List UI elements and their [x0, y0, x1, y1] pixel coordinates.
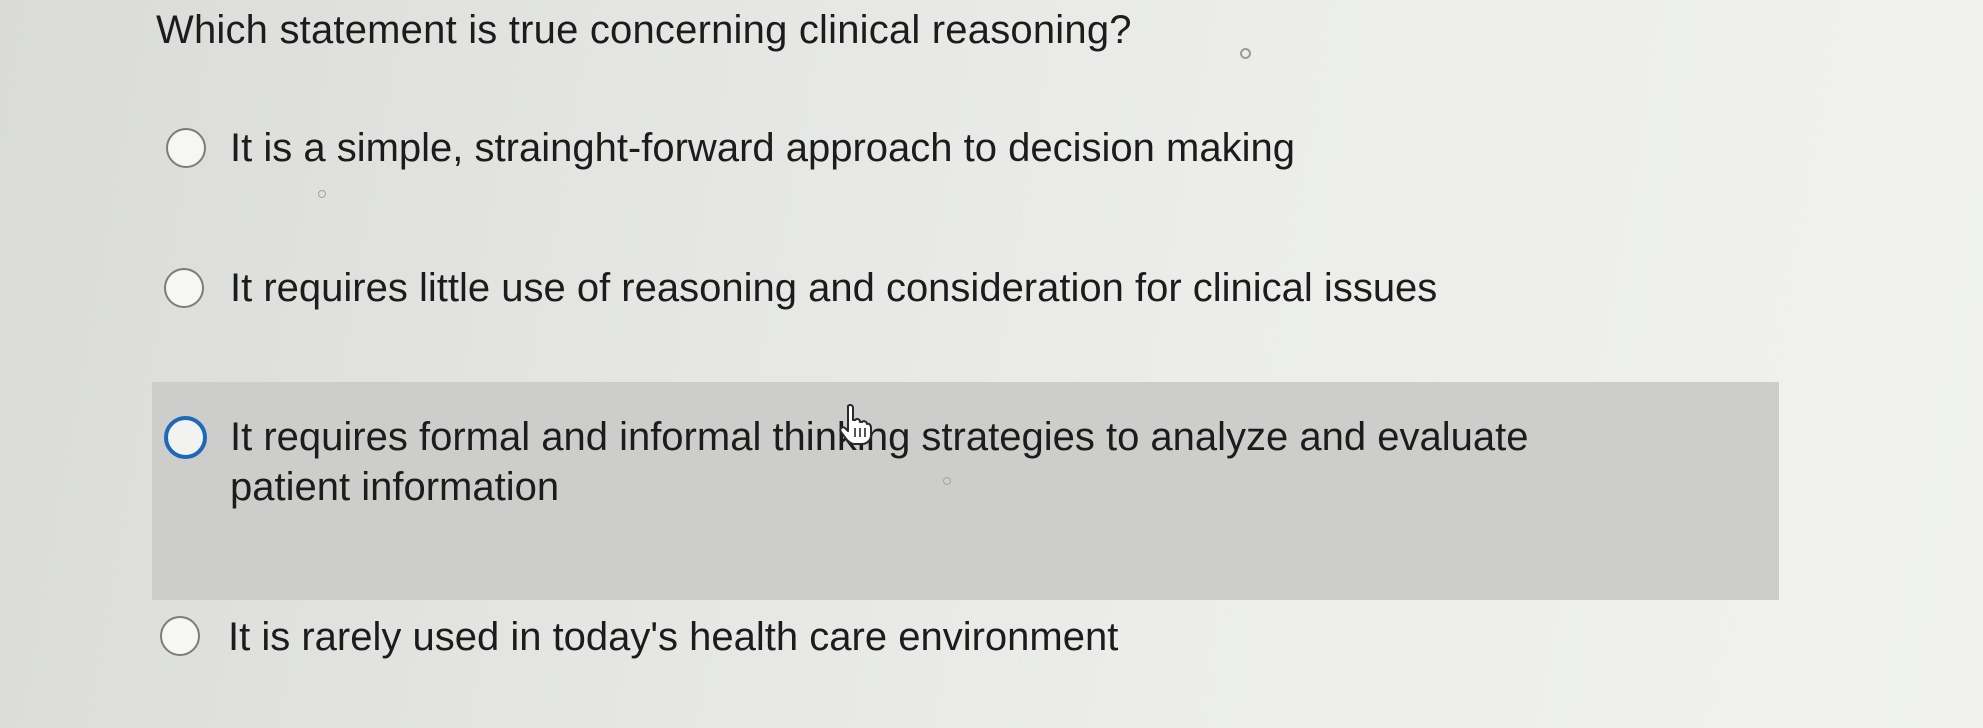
answer-option-3[interactable]: It requires formal and informal thinking… [152, 382, 1779, 600]
option-label: It requires little use of reasoning and … [230, 266, 1438, 310]
radio-circle-icon[interactable] [164, 268, 204, 308]
surface-speck-icon [943, 477, 951, 485]
answer-option-2[interactable]: It requires little use of reasoning and … [150, 260, 1570, 330]
radio-circle-icon[interactable] [164, 416, 207, 459]
answer-option-4[interactable]: It is rarely used in today's health care… [148, 610, 1308, 680]
radio-circle-icon[interactable] [166, 128, 206, 168]
option-label: It is a simple, strainght-forward approa… [230, 126, 1295, 170]
answer-options: It is a simple, strainght-forward approa… [0, 0, 1983, 728]
answer-option-1[interactable]: It is a simple, strainght-forward approa… [150, 120, 1450, 190]
surface-speck-icon [318, 190, 326, 198]
option-label: It is rarely used in today's health care… [228, 615, 1119, 659]
hand-pointer-icon [839, 404, 872, 445]
option-label: It requires formal and informal thinking… [230, 415, 1529, 509]
radio-circle-icon[interactable] [160, 616, 200, 656]
